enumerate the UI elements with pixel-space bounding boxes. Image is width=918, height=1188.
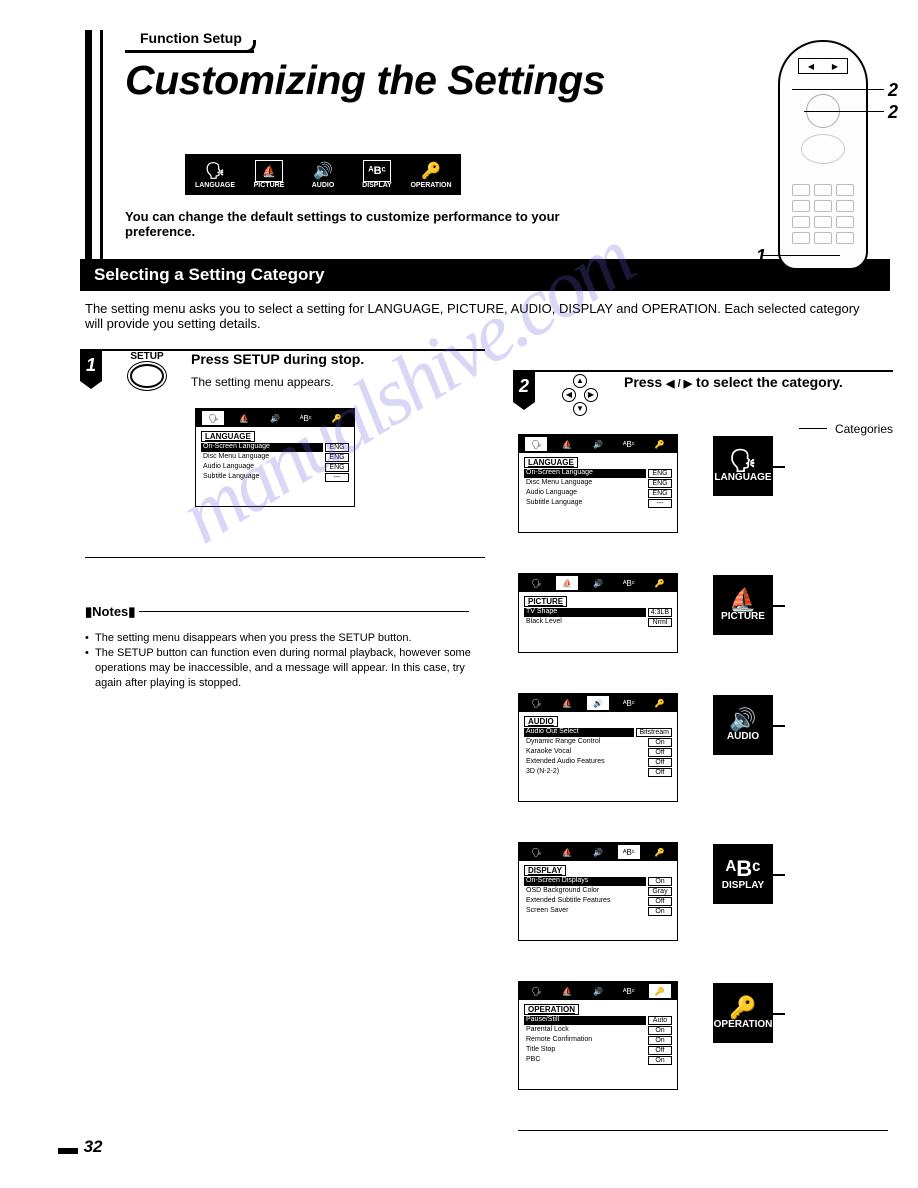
step-1-sub: The setting menu appears.: [191, 375, 485, 389]
section-intro: The setting menu asks you to select a se…: [85, 301, 880, 331]
category-block-audio: 🗣⛵🔊ᴬBᶜ🔑AUDIOAudio Out SelectBitstreamDyn…: [518, 693, 893, 802]
side-accent-bars: [85, 30, 103, 260]
step-2-number: 2: [513, 370, 535, 402]
section-title-bar: Selecting a Setting Category: [80, 259, 890, 291]
language-icon: 🗣: [201, 160, 229, 182]
step-1-number: 1: [80, 349, 102, 381]
display-icon: ᴬBᶜDISPLAY: [713, 844, 773, 904]
display-icon: ᴬBᶜ: [363, 160, 391, 182]
note-item: The setting menu disappears when you pre…: [85, 631, 485, 646]
categories-label: Categories: [835, 422, 893, 436]
step-1-screen: 🗣⛵🔊ᴬBᶜ🔑 LANGUAGEOn-Screen LanguageENGDis…: [195, 408, 355, 507]
operation-icon: 🔑OPERATION: [713, 983, 773, 1043]
picture-icon: ⛵PICTURE: [713, 575, 773, 635]
screen-display: 🗣⛵🔊ᴬBᶜ🔑DISPLAYOn-Screen DisplaysOnOSD Ba…: [518, 842, 678, 941]
screen-picture: 🗣⛵🔊ᴬBᶜ🔑PICTURETV Shape4:3LBBlack LevelNr…: [518, 573, 678, 653]
bottom-rule: [518, 1130, 888, 1131]
category-block-language: 🗣⛵🔊ᴬBᶜ🔑LANGUAGEOn-Screen LanguageENGDisc…: [518, 434, 893, 533]
notes-block: Notes The setting menu disappears when y…: [85, 557, 485, 690]
direction-buttons-graphic: ▲ ◀▶ ▼: [544, 374, 616, 416]
step-1-title: Press SETUP during stop.: [191, 351, 485, 367]
callout-1: 1: [756, 246, 766, 267]
category-block-operation: 🗣⛵🔊ᴬBᶜ🔑OPERATIONPause/StillAutoParental …: [518, 981, 893, 1090]
callout-2a: 2: [888, 80, 898, 101]
screen-operation: 🗣⛵🔊ᴬBᶜ🔑OPERATIONPause/StillAutoParental …: [518, 981, 678, 1090]
audio-icon: 🔊AUDIO: [713, 695, 773, 755]
category-block-display: 🗣⛵🔊ᴬBᶜ🔑DISPLAYOn-Screen DisplaysOnOSD Ba…: [518, 842, 893, 941]
intro-text: You can change the default settings to c…: [125, 209, 625, 239]
callout-2b: 2: [888, 102, 898, 123]
step-2-title: Press ◀ / ▶ to select the category.: [624, 374, 893, 390]
screen-language: 🗣⛵🔊ᴬBᶜ🔑LANGUAGEOn-Screen LanguageENGDisc…: [518, 434, 678, 533]
remote-diagram: ◀▶: [778, 40, 868, 270]
category-icon-strip: 🗣LANGUAGE ⛵PICTURE 🔊AUDIO ᴬBᶜDISPLAY 🔑OP…: [185, 154, 461, 195]
notes-label: Notes: [85, 604, 135, 620]
audio-icon: 🔊: [309, 160, 337, 182]
language-icon: 🗣LANGUAGE: [713, 436, 773, 496]
picture-icon: ⛵: [255, 160, 283, 182]
setup-button-graphic: SETUP: [111, 351, 183, 390]
note-item: The SETUP button can function even durin…: [85, 646, 485, 691]
operation-icon: 🔑: [417, 160, 445, 182]
function-setup-tab: Function Setup: [125, 30, 254, 53]
screen-audio: 🗣⛵🔊ᴬBᶜ🔑AUDIOAudio Out SelectBitstreamDyn…: [518, 693, 678, 802]
page-number: 32: [58, 1137, 102, 1160]
function-setup-label: Function Setup: [140, 30, 242, 46]
category-block-picture: 🗣⛵🔊ᴬBᶜ🔑PICTURETV Shape4:3LBBlack LevelNr…: [518, 573, 893, 653]
